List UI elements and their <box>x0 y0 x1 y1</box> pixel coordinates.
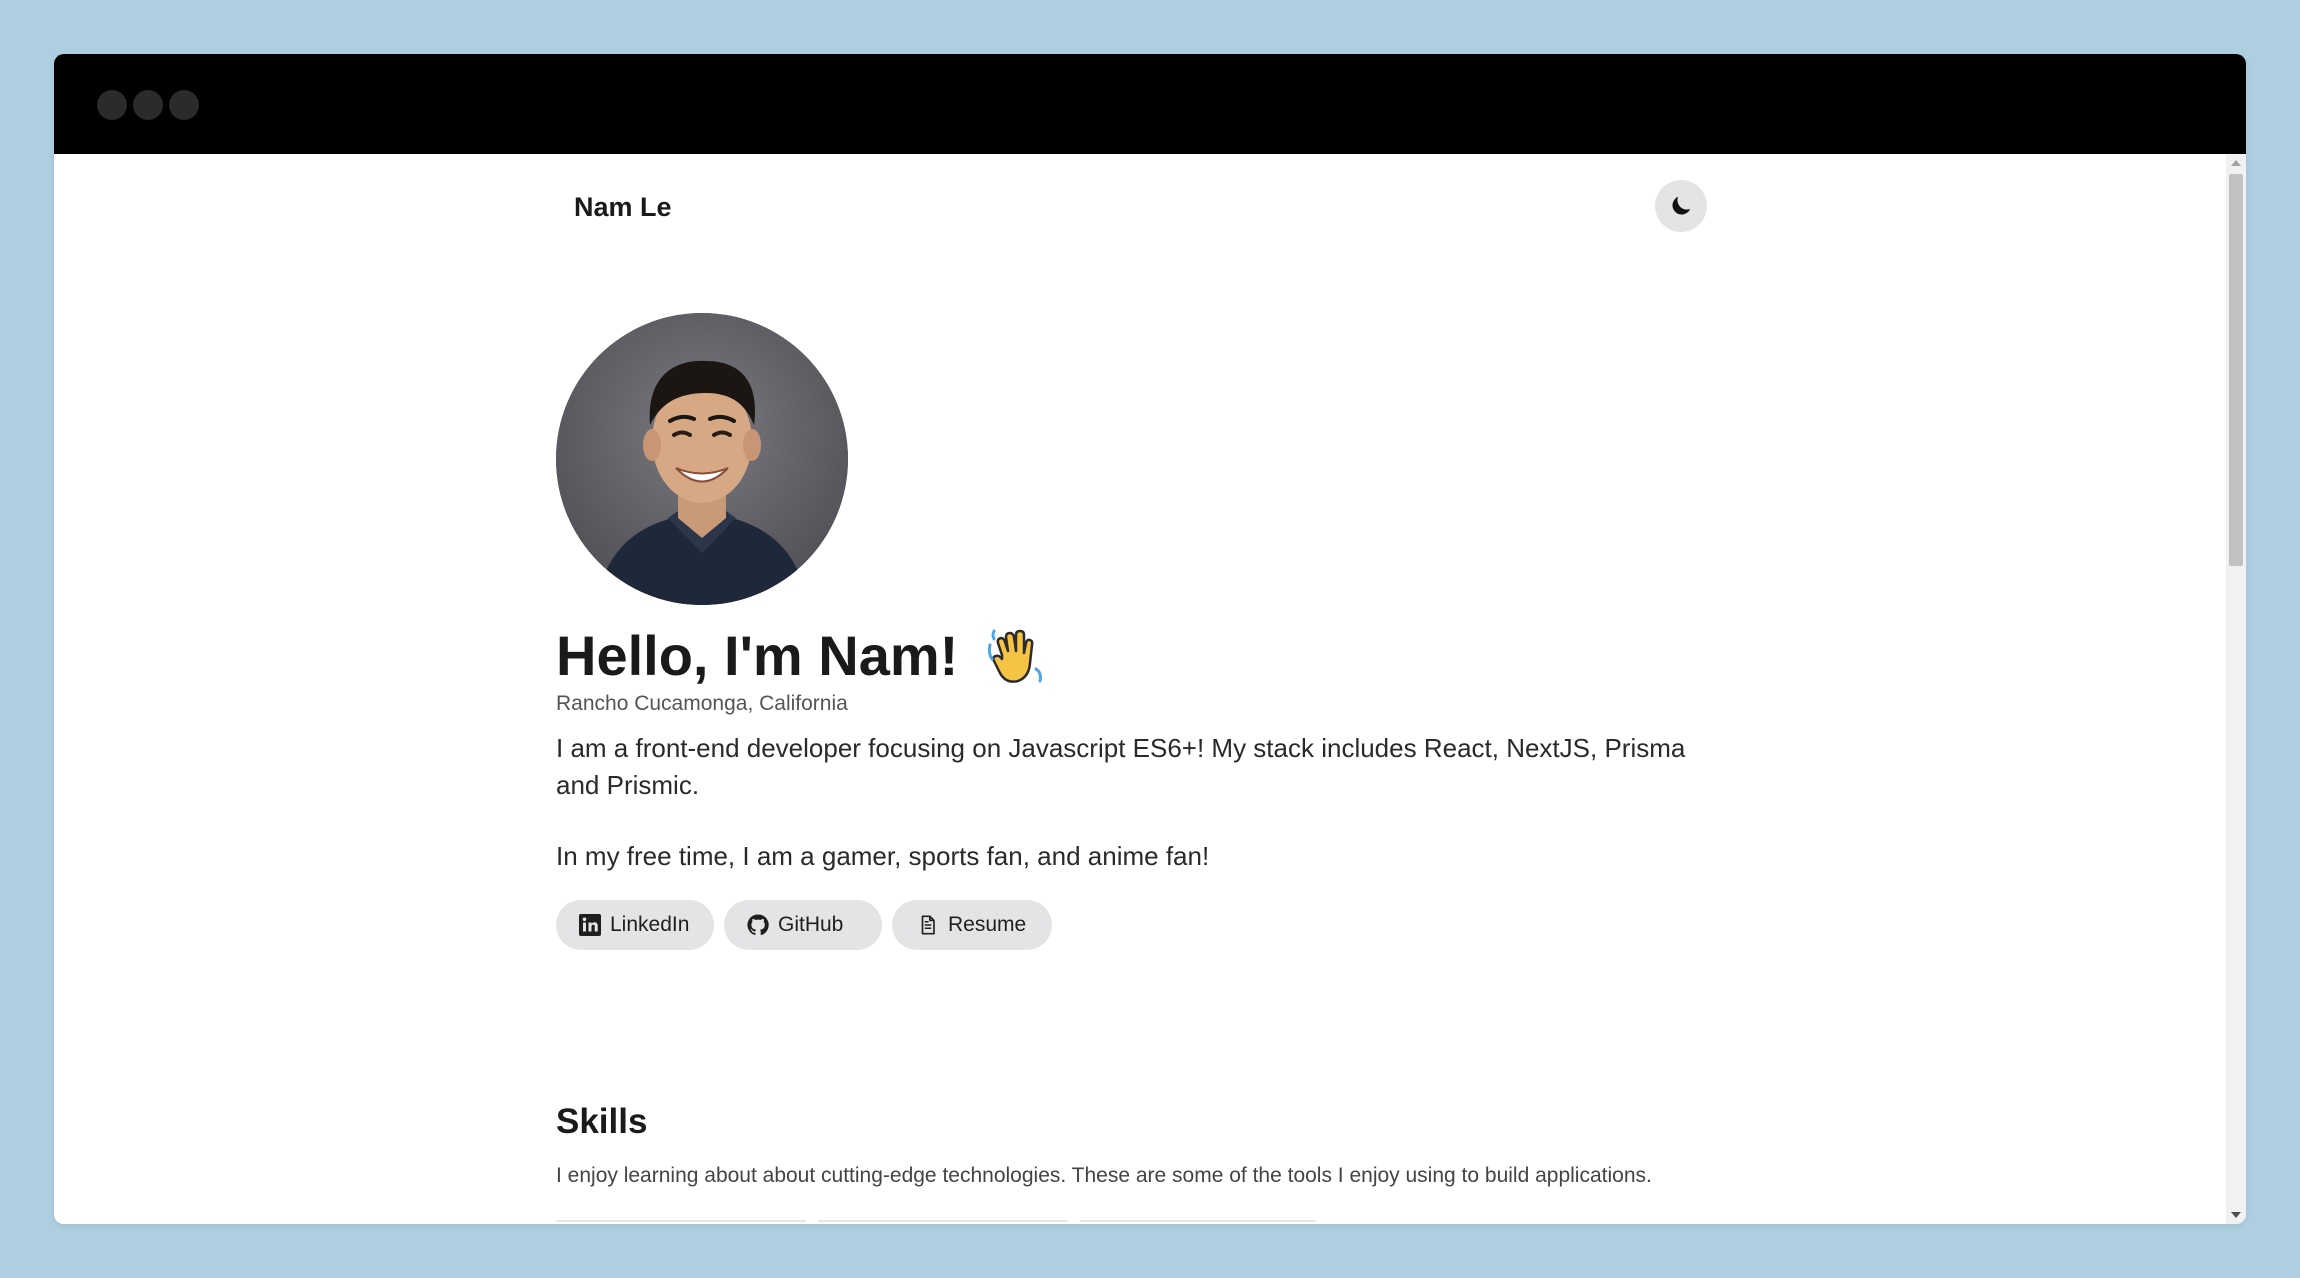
linkedin-button[interactable]: LinkedIn <box>556 900 714 950</box>
location-text: Rancho Cucamonga, California <box>556 692 848 715</box>
browser-window: Nam Le Hello, I'm Nam! Rancho Cucamonga,… <box>54 54 2246 1224</box>
resume-label: Resume <box>948 913 1027 936</box>
bio-text: I am a front-end developer focusing on J… <box>556 733 1686 800</box>
waving-hand-icon <box>984 625 1048 689</box>
theme-toggle-button[interactable] <box>1655 180 1707 232</box>
github-icon <box>746 913 770 937</box>
page-content: Nam Le Hello, I'm Nam! Rancho Cucamonga,… <box>556 154 1756 1224</box>
scroll-up-icon[interactable] <box>2231 160 2241 166</box>
avatar <box>556 313 848 605</box>
scrollbar-thumb[interactable] <box>2229 174 2243 566</box>
linkedin-label: LinkedIn <box>610 913 690 936</box>
linkedin-icon <box>578 913 602 937</box>
skills-description: I enjoy learning about about cutting-edg… <box>556 1164 1652 1187</box>
close-window-button[interactable] <box>97 90 127 120</box>
bio-hobbies-text: In my free time, I am a gamer, sports fa… <box>556 841 1210 871</box>
hero-title: Hello, I'm Nam! <box>556 624 959 687</box>
github-button[interactable]: GitHub <box>724 900 882 950</box>
skill-cards-row <box>556 1220 1316 1224</box>
skills-heading: Skills <box>556 1102 648 1141</box>
github-label: GitHub <box>778 913 844 936</box>
vertical-scrollbar[interactable] <box>2226 154 2246 1224</box>
window-titlebar <box>54 54 2246 154</box>
moon-icon <box>1668 193 1694 219</box>
scroll-down-icon[interactable] <box>2231 1212 2241 1218</box>
resume-button[interactable]: Resume <box>892 900 1052 950</box>
page-viewport: Nam Le Hello, I'm Nam! Rancho Cucamonga,… <box>54 154 2246 1224</box>
site-brand[interactable]: Nam Le <box>574 192 672 223</box>
skill-card <box>818 1220 1068 1222</box>
skill-card <box>556 1220 806 1222</box>
skill-card <box>1080 1220 1316 1222</box>
maximize-window-button[interactable] <box>169 90 199 120</box>
document-icon <box>916 913 940 937</box>
social-links: LinkedIn GitHub Resume <box>556 900 1052 950</box>
minimize-window-button[interactable] <box>133 90 163 120</box>
